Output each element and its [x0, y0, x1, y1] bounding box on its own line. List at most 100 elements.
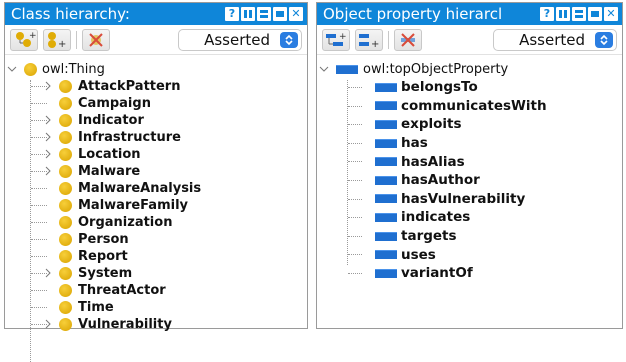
close-icon[interactable]: ✕ [289, 7, 303, 21]
object-property-icon [336, 65, 358, 74]
class-view-select-value: Asserted [204, 30, 270, 49]
class-tree-item[interactable]: Vulnerability [5, 316, 307, 333]
class-icon [59, 80, 72, 93]
class-tree-item-label: Vulnerability [78, 317, 172, 332]
object-property-icon [375, 82, 397, 92]
object-property-item-label: variantOf [401, 265, 473, 282]
property-toolbar: + + Asserted [317, 25, 622, 55]
chevron-right-icon[interactable] [43, 166, 53, 176]
class-icon [59, 148, 72, 161]
tree-connector [31, 256, 47, 257]
split-vertical-icon[interactable] [556, 7, 570, 21]
object-property-icon [375, 157, 397, 167]
tree-connector [31, 290, 47, 291]
add-sibling-class-button[interactable]: + [43, 28, 71, 51]
object-property-icon [375, 101, 397, 111]
object-property-tree-item[interactable]: belongsTo [317, 78, 622, 97]
split-vertical-icon[interactable] [241, 7, 255, 21]
class-tree-item-label: Malware [78, 164, 141, 179]
object-property-icon [375, 231, 397, 241]
class-tree-item[interactable]: Infrastructure [5, 129, 307, 146]
tree-connector [31, 307, 47, 308]
class-tree-item-label: MalwareFamily [78, 198, 188, 213]
chevron-right-icon[interactable] [43, 319, 53, 329]
add-subclass-button[interactable]: + [10, 28, 38, 51]
object-property-item-label: exploits [401, 116, 462, 133]
split-horizontal-icon[interactable] [572, 7, 586, 21]
svg-text:+: + [371, 39, 379, 50]
chevron-right-icon[interactable] [43, 132, 53, 142]
maximize-icon[interactable] [273, 7, 287, 21]
class-hierarchy-panel: Class hierarchy: ? ✕ + + Asserted owl:Th… [4, 2, 308, 362]
class-tree-item[interactable]: Organization [5, 214, 307, 231]
panel-title: Class hierarchy: [11, 5, 130, 23]
chevron-right-icon[interactable] [43, 115, 53, 125]
help-icon[interactable]: ? [225, 7, 239, 21]
class-tree-item-label: Person [78, 232, 129, 247]
class-tree-item[interactable]: Campaign [5, 95, 307, 112]
chevron-right-icon[interactable] [43, 268, 53, 278]
tree-root-top-object-property[interactable]: owl:topObjectProperty [317, 61, 622, 78]
tree-root-label: owl:Thing [42, 62, 105, 77]
chevron-updown-icon [280, 31, 298, 48]
class-tree-item[interactable]: Time [5, 299, 307, 316]
object-property-tree-item[interactable]: exploits [317, 115, 622, 134]
object-property-tree-item[interactable]: communicatesWith [317, 97, 622, 116]
object-property-icon [375, 194, 397, 204]
class-icon [24, 63, 37, 76]
split-horizontal-icon[interactable] [257, 7, 271, 21]
class-view-select[interactable]: Asserted [178, 28, 302, 51]
chevron-down-icon [7, 66, 17, 72]
class-tree-item-label: Report [78, 249, 128, 264]
add-sibling-property-button[interactable]: + [355, 28, 383, 51]
help-icon[interactable]: ? [540, 7, 554, 21]
object-property-item-label: uses [401, 246, 436, 263]
class-tree-item[interactable]: Person [5, 231, 307, 248]
object-property-tree-item[interactable]: hasAlias [317, 152, 622, 171]
svg-text:+: + [339, 32, 347, 42]
chevron-right-icon[interactable] [43, 81, 53, 91]
object-property-tree-item[interactable]: has [317, 134, 622, 153]
object-property-tree-item[interactable]: hasVulnerability [317, 190, 622, 209]
class-tree-item[interactable]: MalwareAnalysis [5, 180, 307, 197]
maximize-icon[interactable] [588, 7, 602, 21]
delete-class-button[interactable] [82, 28, 110, 51]
class-icon [59, 114, 72, 127]
class-tree-item[interactable]: Indicator [5, 112, 307, 129]
class-icon [59, 267, 72, 280]
chevron-down-icon [319, 66, 329, 72]
window-buttons: ? ✕ [540, 7, 618, 21]
tree-connector [31, 239, 47, 240]
add-sibling-property-icon: + [359, 33, 379, 50]
class-tree-item[interactable]: System [5, 265, 307, 282]
delete-property-button[interactable] [394, 28, 422, 51]
close-icon[interactable]: ✕ [604, 7, 618, 21]
object-property-tree-item[interactable]: targets [317, 227, 622, 246]
class-tree-item-label: AttackPattern [78, 79, 181, 94]
panel-title: Object property hierarcl [323, 5, 503, 23]
class-tree-item[interactable]: MalwareFamily [5, 197, 307, 214]
object-property-tree-item[interactable]: uses [317, 245, 622, 264]
object-property-tree-item[interactable]: hasAuthor [317, 171, 622, 190]
class-tree-item[interactable]: AttackPattern [5, 78, 307, 95]
toolbar-separator [388, 30, 389, 49]
chevron-right-icon[interactable] [43, 149, 53, 159]
object-property-tree-item[interactable]: variantOf [317, 264, 622, 283]
class-tree-item[interactable]: Malware [5, 163, 307, 180]
class-tree-item[interactable]: Report [5, 248, 307, 265]
class-icon [59, 216, 72, 229]
tree-connector [348, 272, 362, 274]
add-sub-property-button[interactable]: + [322, 28, 350, 51]
tree-connector [31, 188, 47, 189]
tree-connector [31, 222, 47, 223]
object-property-tree-item[interactable]: indicates [317, 208, 622, 227]
tree-root-owl-thing[interactable]: owl:Thing [5, 61, 307, 78]
window-buttons: ? ✕ [225, 7, 303, 21]
tree-connector [348, 179, 362, 181]
class-tree-item[interactable]: ThreatActor [5, 282, 307, 299]
object-property-icon [375, 175, 397, 185]
property-view-select[interactable]: Asserted [493, 28, 617, 51]
object-property-icon [375, 268, 397, 278]
class-tree-item[interactable]: Location [5, 146, 307, 163]
tree-connector [348, 217, 362, 219]
